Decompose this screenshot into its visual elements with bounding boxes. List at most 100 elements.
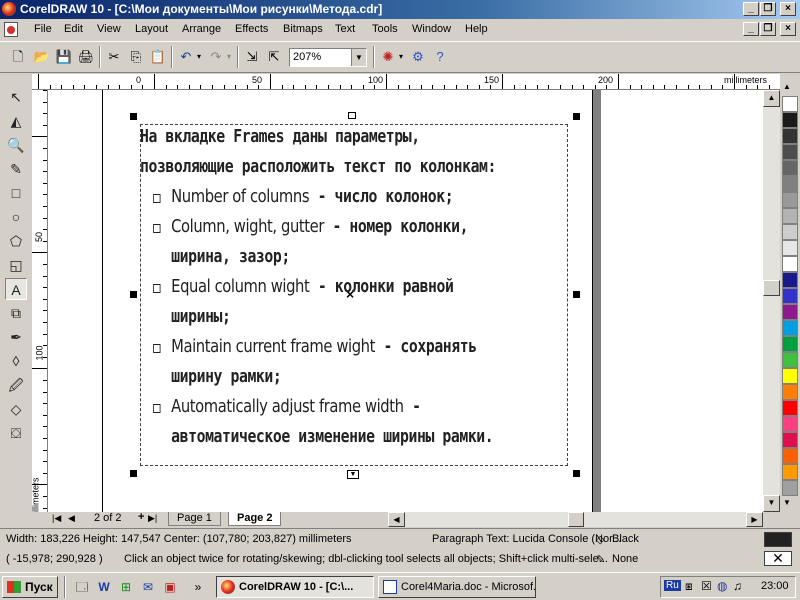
palette-swatch[interactable] [782,240,798,256]
fill-color-swatch[interactable] [764,532,792,547]
pick-tool-icon[interactable]: ↖ [5,86,27,108]
palette-swatch[interactable] [782,160,798,176]
palette-swatch[interactable] [782,336,798,352]
outline-tool-icon[interactable]: ◊ [5,350,27,372]
online-dropdown-icon[interactable]: ▾ [396,47,406,67]
paragraph-text[interactable]: На вкладке Frames даны параметры, позвол… [140,122,501,452]
menu-arrange[interactable]: Arrange [182,23,221,35]
menu-window[interactable]: Window [412,23,451,35]
palette-swatch[interactable] [782,448,798,464]
horizontal-ruler[interactable]: 0 50 100 150 200 millimeters [32,74,780,90]
menu-file[interactable]: File [34,23,52,35]
undo-icon[interactable]: ↶ [176,47,196,67]
paint-bucket-icon[interactable]: ⛋ [5,422,27,444]
coreldraw-app-icon[interactable] [2,2,16,16]
palette-swatch[interactable] [782,464,798,480]
palette-swatch[interactable] [782,432,798,448]
whats-this-help-icon[interactable]: ? [430,47,450,67]
tray-speaker-icon[interactable]: ♫ [733,579,742,593]
doc-close-button[interactable]: × [780,22,796,36]
palette-swatch[interactable] [782,320,798,336]
selection-handle-bl[interactable] [130,470,137,477]
palette-swatch[interactable] [782,96,798,112]
palette-scroll-down-icon[interactable]: ▼ [783,498,791,507]
tray-mail-icon[interactable]: ☒ [701,579,712,593]
task-word-doc[interactable]: Corel4Maria.doc - Microsof... [378,576,536,598]
undo-dropdown-icon[interactable]: ▾ [194,47,204,67]
palette-swatch[interactable] [782,352,798,368]
tray-network-icon[interactable]: ◍ [717,579,727,593]
selection-handle-tl[interactable] [130,113,137,120]
horizontal-scrollbar[interactable]: ◀ ▶ [388,512,763,527]
palette-swatch[interactable] [782,256,798,272]
ellipse-tool-icon[interactable]: ○ [5,206,27,228]
menu-text[interactable]: Text [335,23,355,35]
print-icon[interactable]: 🖨 [76,47,96,67]
text-tool-icon[interactable]: A [5,278,27,300]
powerpoint-quicklaunch-icon[interactable]: ▣ [162,579,178,595]
minimize-button[interactable]: _ [743,2,759,16]
drawing-canvas[interactable]: ▼ × На вкладке Frames даны параметры, по… [48,90,763,512]
new-document-icon[interactable]: 🗋 [8,47,28,67]
palette-scroll-up-icon[interactable]: ▲ [783,82,791,91]
shape-tool-icon[interactable]: ◭ [5,110,27,132]
palette-swatch[interactable] [782,304,798,320]
first-page-icon[interactable]: |◀ [52,513,61,524]
polygon-tool-icon[interactable]: ⬠ [5,230,27,252]
application-launcher-icon[interactable]: ⚙ [408,47,428,67]
palette-swatch[interactable] [782,192,798,208]
tray-app-icon[interactable]: ⧆ [685,579,693,594]
palette-swatch[interactable] [782,112,798,128]
document-icon[interactable] [4,22,18,37]
zoom-tool-icon[interactable]: 🔍 [5,134,27,156]
rectangle-tool-icon[interactable]: □ [5,182,27,204]
doc-minimize-button[interactable]: _ [743,22,759,36]
palette-swatch[interactable] [782,272,798,288]
prev-page-icon[interactable]: ◀ [68,513,75,524]
redo-icon[interactable]: ↷ [206,47,226,67]
paste-icon[interactable]: 📋 [148,47,168,67]
outlook-quicklaunch-icon[interactable]: ✉ [140,579,156,595]
redo-dropdown-icon[interactable]: ▾ [224,47,234,67]
scroll-thumb[interactable] [763,280,780,296]
basic-shapes-tool-icon[interactable]: ◱ [5,254,27,276]
outline-color-swatch[interactable]: ✕ [764,551,792,566]
more-quicklaunch-icon[interactable]: » [190,579,206,595]
palette-swatch[interactable] [782,400,798,416]
menu-effects[interactable]: Effects [235,23,268,35]
freehand-tool-icon[interactable]: ✎ [5,158,27,180]
corel-online-icon[interactable]: ✺ [378,47,398,67]
interactive-fill-tool-icon[interactable]: ◇ [5,398,27,420]
fill-tool-icon[interactable]: 🖉 [5,374,27,396]
menu-bitmaps[interactable]: Bitmaps [283,23,323,35]
palette-swatch[interactable] [782,416,798,432]
menu-help[interactable]: Help [465,23,488,35]
scroll-left-icon[interactable]: ◀ [388,512,405,527]
palette-swatch[interactable] [782,208,798,224]
language-indicator[interactable]: Ru [664,580,681,591]
copy-icon[interactable]: ⎘ [126,47,146,67]
palette-swatch[interactable] [782,128,798,144]
selection-handle-br[interactable] [573,470,580,477]
menu-tools[interactable]: Tools [372,23,398,35]
start-button[interactable]: Пуск [2,576,58,598]
selection-handle-tr[interactable] [573,113,580,120]
palette-swatch[interactable] [782,288,798,304]
palette-swatch[interactable] [782,368,798,384]
interactive-blend-tool-icon[interactable]: ⧉ [5,302,27,324]
text-frame-top-tab[interactable] [348,112,356,119]
menu-layout[interactable]: Layout [135,23,168,35]
zoom-level-select[interactable]: 207% ▼ [289,48,367,67]
menu-view[interactable]: View [97,23,121,35]
selection-handle-ml[interactable] [130,291,137,298]
vertical-scrollbar[interactable]: ▲ ▼ [763,90,780,512]
scroll-down-icon[interactable]: ▼ [763,495,780,512]
eyedropper-tool-icon[interactable]: ✒ [5,326,27,348]
cut-icon[interactable]: ✂ [104,47,124,67]
explorer-quicklaunch-icon[interactable]: 🗔 [74,579,90,595]
palette-swatch[interactable] [782,480,798,496]
add-page-icon[interactable]: + [138,511,144,523]
menu-edit[interactable]: Edit [64,23,83,35]
export-icon[interactable]: ⇱ [264,47,284,67]
task-coreldraw[interactable]: CorelDRAW 10 - [C:\... [216,576,374,598]
